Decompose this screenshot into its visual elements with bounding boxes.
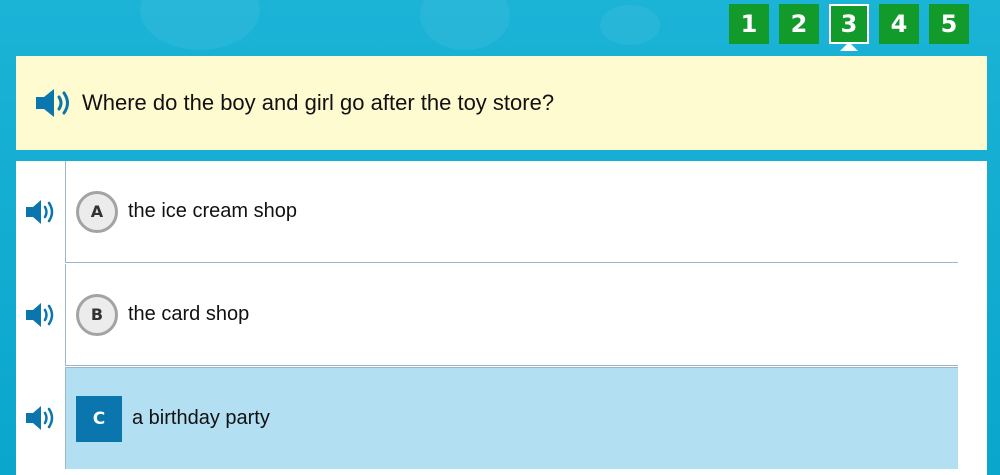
question-3-button[interactable]: 3	[829, 4, 869, 44]
answer-list: A the ice cream shop B the card shop C a…	[16, 161, 987, 475]
answer-a-text: the ice cream shop	[128, 200, 297, 222]
answer-option-a[interactable]: A the ice cream shop	[16, 161, 958, 263]
question-text: Where do the boy and girl go after the t…	[82, 90, 555, 115]
question-2-button[interactable]: 2	[779, 4, 819, 44]
answer-a-speaker-icon[interactable]	[25, 198, 57, 226]
question-4-button[interactable]: 4	[879, 4, 919, 44]
question-5-button[interactable]: 5	[929, 4, 969, 44]
answer-a-letter: A	[76, 190, 118, 233]
answer-option-c[interactable]: C a birthday party	[16, 367, 958, 469]
question-panel: Where do the boy and girl go after the t…	[16, 56, 987, 150]
question-1-button[interactable]: 1	[729, 4, 769, 44]
answer-b-text: the card shop	[128, 303, 250, 325]
question-speaker-icon[interactable]	[34, 86, 74, 120]
question-navigation: 1 2 3 4 5	[729, 4, 969, 44]
answer-c-letter: C	[76, 395, 122, 442]
answer-c-text: a birthday party	[132, 407, 270, 429]
answer-b-speaker-icon[interactable]	[25, 301, 57, 329]
answer-option-b[interactable]: B the card shop	[16, 264, 958, 366]
answer-b-letter: B	[76, 293, 118, 336]
answer-c-speaker-icon[interactable]	[25, 404, 57, 432]
